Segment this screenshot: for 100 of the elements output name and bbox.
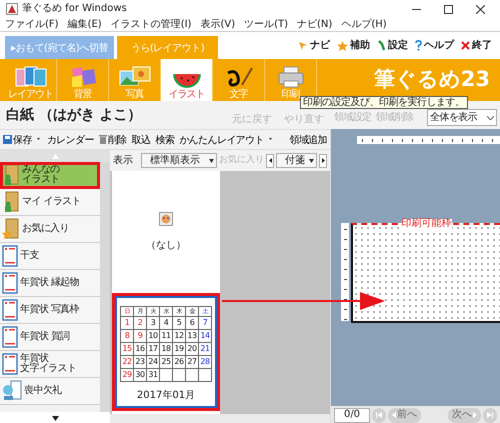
category-item[interactable]: 喪中欠礼 [0, 378, 100, 405]
printer-icon [276, 65, 306, 89]
day-cell: 18 [160, 343, 173, 356]
app-icon [6, 3, 18, 15]
help-icon [415, 40, 422, 51]
next-tag-button[interactable] [319, 154, 327, 168]
toolbar-button[interactable]: 取込 [132, 132, 150, 146]
category-label: 干支 [20, 250, 39, 262]
menu-item[interactable]: イラストの管理(I) [110, 18, 192, 30]
menu-item[interactable]: ツール(T) [244, 18, 288, 30]
zoom-dropdown[interactable]: 全体を表示 [427, 109, 497, 126]
day-cell: 19 [173, 343, 186, 356]
first-icon [376, 412, 382, 418]
day-cell: 15 [121, 343, 134, 356]
chevron-down-icon [487, 116, 494, 120]
cards-icon [14, 65, 48, 89]
category-item[interactable]: 年賀状 賀詞 [0, 324, 100, 351]
day-cell: 29 [121, 369, 134, 382]
thumbnail[interactable]: （なし） [112, 171, 220, 293]
day-cell: 11 [160, 330, 173, 343]
menu-item[interactable]: ヘルプ(H) [341, 18, 387, 30]
category-item[interactable]: マイ イラスト [0, 189, 100, 216]
document-title: 白紙 （はがき よこ） [6, 106, 142, 124]
category-item[interactable]: 干支 [0, 243, 100, 270]
palette-icon [159, 212, 173, 226]
day-cell: 5 [173, 317, 186, 330]
printable-area-label: 印刷可能枠 [402, 219, 452, 229]
trash-icon [98, 135, 107, 144]
day-cell: 2 [134, 317, 147, 330]
card-icon [2, 326, 18, 348]
folder-star-icon [2, 218, 20, 240]
card-icon [2, 353, 18, 375]
day-cell: 3 [147, 317, 160, 330]
scroll-down-icon[interactable] [52, 416, 58, 420]
day-cell: 17 [147, 343, 160, 356]
previous-button[interactable]: 前へ [388, 408, 421, 422]
category-item[interactable]: 年賀状 写真枠 [0, 297, 100, 324]
next-button[interactable]: 次へ [448, 408, 481, 422]
category-label: 年賀状 文字イラスト [20, 354, 76, 374]
last-icon [487, 412, 493, 418]
toolbar-button[interactable]: 領域追加 [289, 132, 327, 146]
window-title: 筆ぐるめ for Windows [22, 3, 127, 15]
day-cell: 26 [173, 356, 186, 369]
day-cell: 13 [186, 330, 199, 343]
day-cell: 9 [134, 330, 147, 343]
toolbar-button[interactable]: カレンダー [46, 132, 94, 146]
floppy-icon [3, 135, 12, 144]
toolbar-button[interactable]: 検索 [155, 132, 174, 146]
right-arrow-icon [322, 158, 325, 163]
menu-item[interactable]: 編集(E) [68, 18, 102, 30]
watermelon-icon [172, 73, 202, 89]
day-cell: 16 [134, 343, 147, 356]
day-cell: 14 [199, 330, 212, 343]
thumbnail-caption: （なし） [146, 240, 186, 252]
card-icon [2, 272, 18, 294]
day-cell: 1 [121, 317, 134, 330]
day-cell: 12 [173, 330, 186, 343]
toolbar-button[interactable]: 削除 [98, 132, 127, 146]
lantern-icon [2, 380, 22, 402]
day-cell: 20 [186, 343, 199, 356]
menu-item[interactable]: 表示(V) [200, 18, 236, 30]
dropdown-icon [209, 158, 214, 162]
toolbar-link[interactable]: 終了 [461, 40, 492, 52]
horizontal-scrollbar[interactable] [110, 414, 330, 423]
toolbar-link[interactable]: 補助 [337, 40, 370, 52]
prev-tag-button[interactable] [266, 154, 274, 168]
toolbar-link[interactable]: 設定 [377, 40, 408, 52]
toolbar-link[interactable]: ヘルプ [415, 40, 454, 52]
category-label: 年賀状 写真枠 [20, 304, 79, 316]
category-item[interactable]: 年賀状 文字イラスト [0, 351, 100, 378]
left-arrow-icon [392, 412, 396, 418]
category-item[interactable]: お気に入り [0, 216, 100, 243]
toolbar-link[interactable]: ナビ [298, 40, 330, 52]
category-label: マイ イラスト [22, 196, 81, 208]
day-cell: 7 [199, 317, 212, 330]
toolbar-button[interactable]: 保存 [3, 132, 42, 146]
left-arrow-icon [268, 158, 272, 163]
toolbar-button[interactable]: かんたんレイアウト [179, 132, 274, 146]
day-cell: 31 [147, 369, 160, 382]
product-logo: 筆ぐるめ23 [374, 67, 491, 93]
menu-item[interactable]: ナビ(N) [297, 18, 332, 30]
close-icon [476, 4, 484, 14]
day-cell: 10 [147, 330, 160, 343]
category-item[interactable]: みんなの イラスト [0, 162, 100, 189]
category-item[interactable]: 年賀状 縁起物 [0, 270, 100, 297]
day-cell: 8 [121, 330, 134, 343]
sort-dropdown[interactable]: 標準順表示 [141, 153, 218, 168]
menu-item[interactable]: ファイル(F) [5, 18, 59, 30]
day-cell: 6 [186, 317, 199, 330]
dropdown-icon [309, 158, 314, 162]
cursor-icon [298, 40, 308, 50]
view-label: 表示 [113, 154, 133, 166]
day-cell: 28 [199, 356, 212, 369]
tag-dropdown[interactable]: 付箋 [276, 153, 318, 168]
minimize-icon [412, 8, 420, 10]
tooltip: 印刷の設定及び、印刷を実行します。 [300, 96, 468, 109]
right-arrow-icon [473, 412, 477, 418]
maximize-icon [444, 4, 452, 14]
mode-button[interactable]: イラスト [161, 59, 213, 101]
page-counter: 0/0 [334, 408, 370, 422]
